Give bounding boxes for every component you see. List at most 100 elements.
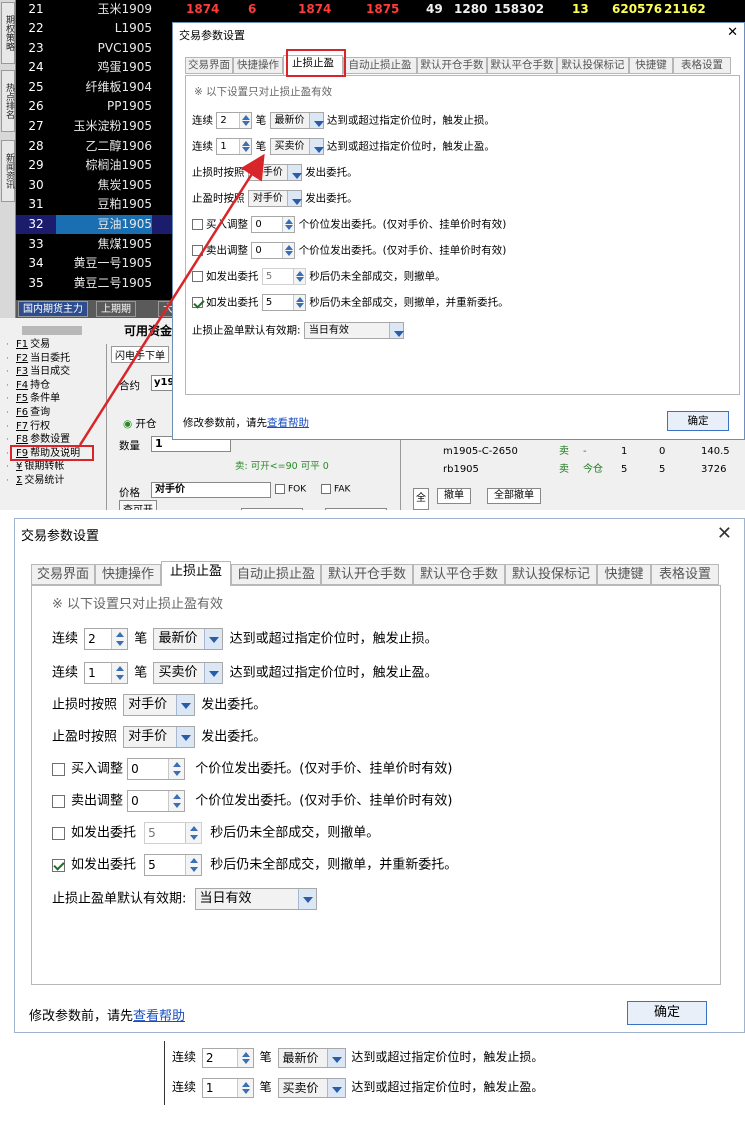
tab-shfe[interactable]: 上期期: [96, 301, 136, 317]
quote-row[interactable]: 21 玉米1909 1874 6 1874 1875 49 1280 15830…: [16, 0, 745, 19]
side-tab-news[interactable]: 新闻资讯: [1, 140, 15, 202]
function-item[interactable]: · F2 当日委托: [4, 352, 70, 366]
price-type-select[interactable]: 最新价: [269, 112, 324, 129]
sell-adjust-stepper[interactable]: 0: [127, 790, 186, 812]
take-profit-count-stepper[interactable]: 1: [84, 662, 129, 684]
row-suffix: 达到或超过指定价位时，触发止盈。: [229, 665, 438, 681]
function-item[interactable]: · ¥ 银期转帐: [4, 460, 64, 474]
tab-auto-stop[interactable]: 自动止损止盈: [343, 57, 417, 74]
tab-default-open[interactable]: 默认开仓手数: [417, 57, 487, 74]
tab-default-hedge[interactable]: 默认投保标记: [505, 564, 597, 585]
count-stepper[interactable]: 1: [216, 138, 253, 155]
resubmit-checkbox[interactable]: [52, 858, 65, 872]
tab-stop-loss[interactable]: 止损止盈: [161, 561, 231, 586]
tab-quick-ops[interactable]: 快捷操作: [233, 57, 283, 74]
help-link[interactable]: 查看帮助: [267, 417, 309, 429]
market-tab-strip: 国内期货主力 上期期 大: [16, 300, 186, 318]
function-item[interactable]: · F7 行权: [4, 420, 50, 434]
cancel-after-seconds-stepper[interactable]: 5: [144, 822, 203, 844]
tab-table-settings[interactable]: 表格设置: [673, 57, 731, 74]
buy-adjust-stepper[interactable]: 0: [251, 216, 296, 233]
tab-quick-ops[interactable]: 快捷操作: [95, 564, 161, 585]
price-type-select[interactable]: 买卖价: [277, 1077, 346, 1098]
buy-adjust-stepper[interactable]: 0: [127, 758, 186, 780]
function-item[interactable]: · F5 条件单: [4, 392, 60, 406]
fak-checkbox[interactable]: FAK: [321, 484, 350, 495]
query-available-button[interactable]: 查可开: [119, 500, 157, 510]
resubmit-seconds-stepper[interactable]: 5: [144, 854, 203, 876]
function-item[interactable]: · F4 持仓: [4, 379, 50, 393]
stop-loss-order-price-select[interactable]: 对手价: [123, 694, 196, 716]
stop-loss-price-select[interactable]: 对手价: [247, 164, 302, 181]
buy-adjust-checkbox[interactable]: [52, 762, 65, 776]
tab-default-hedge[interactable]: 默认投保标记: [557, 57, 629, 74]
tab-flash-order[interactable]: 闪电手下单: [111, 346, 169, 363]
take-profit-order-price-select[interactable]: 对手价: [123, 726, 196, 748]
tab-auto-stop[interactable]: 自动止损止盈: [231, 564, 321, 585]
tab-trade-ui[interactable]: 交易界面: [31, 564, 95, 585]
validity-select[interactable]: 当日有效: [303, 322, 404, 339]
sell-adjust-checkbox[interactable]: [52, 794, 65, 808]
row-number: 23: [28, 40, 44, 55]
cancel-after-stepper[interactable]: 5: [261, 268, 306, 285]
divider-line: [164, 1041, 165, 1105]
price-type-select[interactable]: 买卖价: [269, 138, 324, 155]
take-profit-price-type-select[interactable]: 买卖价: [153, 662, 224, 684]
small-ok-button[interactable]: 确定: [667, 411, 729, 431]
select-value: 最新价: [274, 115, 305, 126]
function-item[interactable]: · F1 交易: [4, 338, 50, 352]
sell-price-button[interactable]: 5724: [325, 508, 387, 510]
contract-name: 豆粕1905: [97, 197, 152, 212]
cancel-after-checkbox[interactable]: [192, 271, 203, 282]
tab-default-open[interactable]: 默认开仓手数: [321, 564, 413, 585]
take-profit-price-select[interactable]: 对手价: [247, 190, 302, 207]
tab-hotkeys[interactable]: 快捷键: [597, 564, 651, 585]
sell-adjust-stepper[interactable]: 0: [251, 242, 296, 259]
resubmit-checkbox[interactable]: [192, 297, 203, 308]
stepper-buttons: [292, 269, 305, 284]
function-item[interactable]: · F6 查询: [4, 406, 50, 420]
price-type-select[interactable]: 最新价: [277, 1047, 346, 1068]
stepper-value: 0: [131, 762, 139, 776]
order-done: 0: [659, 446, 666, 457]
tab-default-close[interactable]: 默认平仓手数: [413, 564, 505, 585]
tab-default-close[interactable]: 默认平仓手数: [487, 57, 557, 74]
count-stepper[interactable]: 2: [201, 1047, 254, 1068]
open-radio[interactable]: ◉ 开仓: [123, 416, 157, 431]
stepper-value: 2: [220, 115, 227, 126]
row-suffix: 发出委托。: [305, 166, 358, 179]
tab-trade-ui[interactable]: 交易界面: [185, 57, 233, 74]
side-tab-hot-ranking[interactable]: 热点排名: [1, 70, 15, 132]
count-stepper[interactable]: 1: [201, 1077, 254, 1098]
resubmit-stepper[interactable]: 5: [261, 294, 306, 311]
cancel-all-button[interactable]: 全部撤单: [487, 488, 541, 504]
sell-adjust-checkbox[interactable]: [192, 245, 203, 256]
all-toggle[interactable]: 全: [413, 488, 429, 510]
help-link[interactable]: 查看帮助: [133, 1009, 185, 1024]
close-icon[interactable]: ✕: [727, 25, 738, 40]
cancel-order-button[interactable]: 撤单: [437, 488, 471, 504]
buy-adjust-checkbox[interactable]: [192, 219, 203, 230]
cancel-after-checkbox[interactable]: [52, 826, 65, 840]
tab-hotkeys[interactable]: 快捷键: [629, 57, 673, 74]
stop-loss-count-stepper[interactable]: 2: [84, 628, 129, 650]
stop-loss-price-type-select[interactable]: 最新价: [153, 628, 224, 650]
function-item[interactable]: · F3 当日成交: [4, 365, 70, 379]
side-tab-options-strategy[interactable]: 期权策略: [1, 2, 15, 64]
small-settings-dialog: 交易参数设置 ✕ 交易界面 快捷操作 止损止盈 自动止损止盈 默认开仓手数 默认…: [172, 22, 745, 440]
validity-select[interactable]: 当日有效: [194, 888, 317, 910]
count-stepper[interactable]: 2: [216, 112, 253, 129]
close-icon[interactable]: ✕: [717, 523, 732, 544]
checkbox-icon: [321, 484, 331, 494]
fok-checkbox[interactable]: FOK: [275, 484, 306, 495]
chevron-down-icon: [204, 663, 223, 683]
order-row[interactable]: m1905-C-2650 卖 - 1 0 140.5: [401, 444, 745, 460]
ok-button[interactable]: 确定: [627, 1001, 707, 1025]
order-row[interactable]: rb1905 卖 今仓 5 5 3726: [401, 462, 745, 478]
tab-table-settings[interactable]: 表格设置: [651, 564, 719, 585]
function-item[interactable]: · Σ 交易统计: [4, 474, 64, 488]
tab-domestic-futures[interactable]: 国内期货主力: [18, 301, 88, 317]
buy-price-button[interactable]: 5726: [241, 508, 303, 510]
stepper-value: 0: [255, 219, 262, 230]
price-select[interactable]: 对手价: [151, 482, 271, 498]
